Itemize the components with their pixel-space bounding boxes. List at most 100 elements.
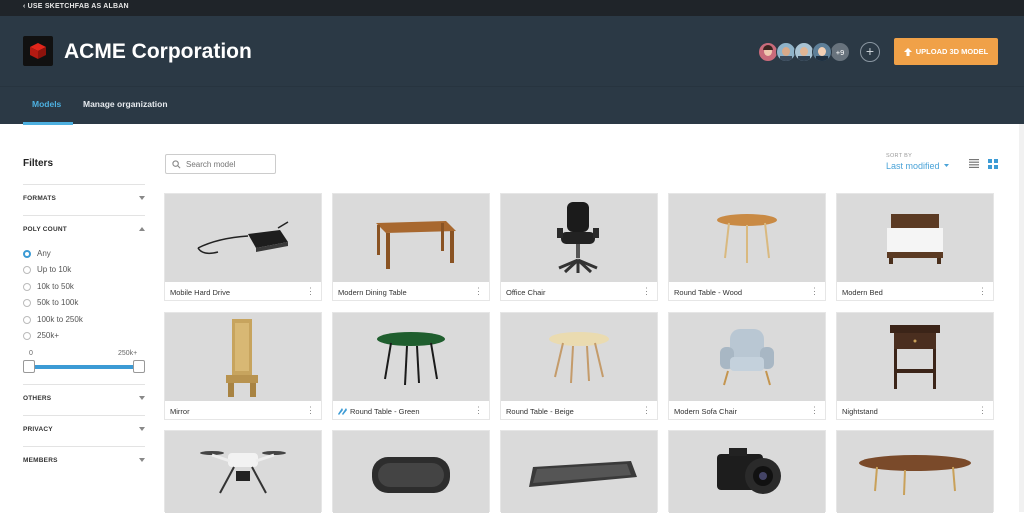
model-card[interactable]	[500, 430, 658, 513]
poly-option-50k-100k[interactable]: 50k to 100k	[23, 298, 78, 307]
model-name[interactable]: Mobile Hard Drive	[170, 288, 230, 297]
model-card[interactable]	[332, 430, 490, 513]
model-thumbnail[interactable]	[165, 313, 321, 401]
model-name[interactable]: Modern Bed	[842, 288, 883, 297]
poly-option-250k-plus[interactable]: 250k+	[23, 331, 59, 340]
member-avatars[interactable]: +9	[758, 42, 850, 62]
avatar[interactable]	[758, 42, 778, 62]
model-thumbnail[interactable]	[669, 313, 825, 401]
more-options-icon[interactable]: ⋮	[642, 406, 651, 415]
model-thumbnail[interactable]	[165, 194, 321, 282]
avatar[interactable]	[776, 42, 796, 62]
more-options-icon[interactable]: ⋮	[810, 406, 819, 415]
model-card[interactable]: Round Table - Beige ⋮	[500, 312, 658, 420]
model-thumbnail[interactable]	[333, 194, 489, 282]
model-card[interactable]: Modern Dining Table ⋮	[332, 193, 490, 301]
model-name[interactable]: Modern Dining Table	[338, 288, 407, 297]
more-members-badge[interactable]: +9	[830, 42, 850, 62]
poly-slider-track[interactable]	[28, 365, 140, 369]
model-name[interactable]: Modern Sofa Chair	[674, 407, 737, 416]
more-options-icon[interactable]: ⋮	[306, 406, 315, 415]
more-options-icon[interactable]: ⋮	[474, 287, 483, 296]
poly-option-label: Any	[37, 249, 51, 258]
radio-icon[interactable]	[23, 331, 31, 340]
avatar[interactable]	[794, 42, 814, 62]
sort-dropdown[interactable]: Last modified	[886, 161, 949, 171]
model-card[interactable]	[164, 430, 322, 513]
model-thumbnail[interactable]	[333, 431, 489, 513]
filter-formats[interactable]: FORMATS	[23, 184, 145, 214]
tab-manage-organization[interactable]: Manage organization	[83, 99, 168, 109]
model-name[interactable]: Round Table - Wood	[674, 288, 742, 297]
model-thumbnail[interactable]	[501, 313, 657, 401]
filter-others[interactable]: OTHERS	[23, 384, 145, 414]
poly-option-100k-250k[interactable]: 100k to 250k	[23, 315, 83, 324]
model-name[interactable]: Office Chair	[506, 288, 545, 297]
model-thumbnail[interactable]	[837, 431, 993, 513]
model-thumbnail[interactable]	[837, 194, 993, 282]
model-thumbnail[interactable]	[669, 431, 825, 513]
model-card[interactable]: Modern Sofa Chair ⋮	[668, 312, 826, 420]
model-card[interactable]: Round Table - Green ⋮	[332, 312, 490, 420]
model-card[interactable]: Mobile Hard Drive ⋮	[164, 193, 322, 301]
model-card[interactable]: Round Table - Wood ⋮	[668, 193, 826, 301]
more-options-icon[interactable]: ⋮	[474, 406, 483, 415]
filter-members-label: MEMBERS	[23, 457, 58, 464]
filter-privacy-label: PRIVACY	[23, 426, 53, 433]
search-input[interactable]	[186, 159, 271, 169]
radio-icon[interactable]	[23, 315, 31, 324]
model-thumbnail[interactable]	[837, 313, 993, 401]
list-view-icon[interactable]	[969, 159, 979, 168]
nightstand-icon	[890, 325, 940, 389]
radio-checked-icon[interactable]	[23, 249, 31, 258]
model-thumbnail[interactable]	[333, 313, 489, 401]
more-options-icon[interactable]: ⋮	[978, 287, 987, 296]
slider-max-handle[interactable]	[133, 360, 145, 373]
add-member-button[interactable]: +	[860, 42, 880, 62]
use-as-link[interactable]: ‹ USE SKETCHFAB AS ALBAN	[23, 3, 129, 10]
model-thumbnail[interactable]	[165, 431, 321, 513]
filter-poly-count-label: POLY COUNT	[23, 226, 67, 233]
avatar[interactable]	[812, 42, 832, 62]
radio-icon[interactable]	[23, 265, 31, 274]
model-card[interactable]: Modern Bed ⋮	[836, 193, 994, 301]
filters-title: Filters	[23, 158, 54, 169]
more-options-icon[interactable]: ⋮	[810, 287, 819, 296]
grid-view-icon[interactable]	[988, 159, 998, 169]
more-options-icon[interactable]: ⋮	[978, 406, 987, 415]
model-name[interactable]: Round Table - Beige	[506, 407, 574, 416]
model-card[interactable]	[668, 430, 826, 513]
upload-model-button[interactable]: UPLOAD 3D MODEL	[894, 38, 998, 65]
model-name[interactable]: Nightstand	[842, 407, 878, 416]
filter-privacy[interactable]: PRIVACY	[23, 415, 145, 445]
filter-members[interactable]: MEMBERS	[23, 446, 145, 476]
poly-option-up-to-10k[interactable]: Up to 10k	[23, 265, 71, 274]
chevron-up-icon	[139, 227, 145, 231]
radio-icon[interactable]	[23, 298, 31, 307]
tab-models[interactable]: Models	[32, 99, 61, 109]
page-scrollbar[interactable]	[1019, 124, 1024, 512]
model-name-row[interactable]: Round Table - Green	[338, 407, 420, 416]
search-icon	[172, 159, 181, 168]
more-options-icon[interactable]: ⋮	[642, 287, 651, 296]
poly-option-10k-50k[interactable]: 10k to 50k	[23, 282, 74, 291]
mirror-icon	[226, 319, 258, 397]
more-options-icon[interactable]: ⋮	[306, 287, 315, 296]
model-thumbnail[interactable]	[501, 194, 657, 282]
model-card[interactable]	[836, 430, 994, 513]
model-card[interactable]: Mirror ⋮	[164, 312, 322, 420]
model-name[interactable]: Mirror	[170, 407, 190, 416]
model-thumbnail[interactable]	[501, 431, 657, 513]
filter-formats-label: FORMATS	[23, 195, 57, 202]
model-card[interactable]: Nightstand ⋮	[836, 312, 994, 420]
poly-option-any[interactable]: Any	[23, 249, 51, 258]
filter-poly-count[interactable]: POLY COUNT	[23, 215, 145, 245]
slider-min-handle[interactable]	[23, 360, 35, 373]
model-name: Round Table - Green	[350, 407, 420, 416]
search-box[interactable]	[165, 154, 276, 174]
radio-icon[interactable]	[23, 282, 31, 291]
model-card[interactable]: Office Chair ⋮	[500, 193, 658, 301]
model-thumbnail[interactable]	[669, 194, 825, 282]
round-table-beige-icon	[549, 332, 609, 384]
sofa-chair-icon	[720, 329, 774, 386]
